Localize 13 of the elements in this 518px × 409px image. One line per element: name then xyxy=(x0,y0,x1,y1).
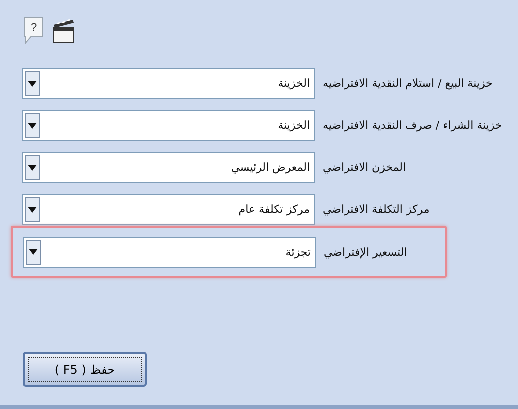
dropdown-field[interactable]: الخزينة xyxy=(22,68,315,99)
field-label: المخزن الافتراضي xyxy=(323,161,406,174)
field-label: التسعير الإفتراضي xyxy=(324,246,408,258)
dropdown-field[interactable]: المعرض الرئيسي xyxy=(22,152,315,183)
help-icon[interactable]: ? xyxy=(23,17,45,45)
dropdown-field[interactable]: الخزينة xyxy=(22,110,315,141)
field-label: مركز التكلفة الافتراضي xyxy=(323,203,430,216)
dropdown-field[interactable]: مركز تكلفة عام xyxy=(22,194,315,225)
field-label: خزينة البيع / استلام النقدية الافتراضيه xyxy=(323,77,493,90)
field-label: خزينة الشراء / صرف النقدية الافتراضيه xyxy=(323,119,502,132)
clapperboard-icon[interactable] xyxy=(52,17,76,45)
save-button[interactable]: حفظ ( F5 ) xyxy=(23,352,147,387)
dropdown-field[interactable]: تجزئة xyxy=(23,236,316,268)
